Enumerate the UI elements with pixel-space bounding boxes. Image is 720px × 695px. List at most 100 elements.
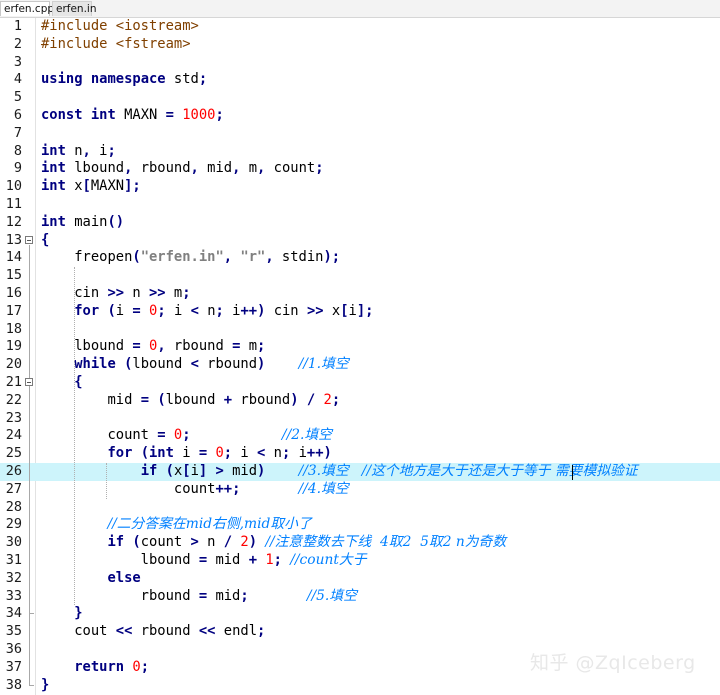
code-line[interactable]: 35 cout << rbound << endl; xyxy=(0,623,720,641)
code-token: , xyxy=(157,338,166,355)
code-line[interactable]: 33 rbound = mid; //5.填空 xyxy=(0,588,720,606)
code-line[interactable]: 8 int n, i; xyxy=(0,143,720,161)
code-token: , xyxy=(265,249,274,266)
code-line[interactable]: 9 int lbound, rbound, mid, m, count; xyxy=(0,160,720,178)
code-line[interactable]: 38} xyxy=(0,677,720,695)
code-token: ; xyxy=(198,71,208,88)
code-line[interactable]: 12 int main() xyxy=(0,214,720,232)
code-token: ; xyxy=(315,160,324,177)
code-line[interactable]: 27 count++; //4.填空 xyxy=(0,481,720,499)
line-number: 28 xyxy=(5,498,22,515)
code-line[interactable]: 13 { xyxy=(0,232,720,250)
line-number: 34 xyxy=(5,605,22,622)
code-line[interactable]: 20 while (lbound < rbound) //1.填空 xyxy=(0,356,720,374)
code-line[interactable]: 26 if (x[i] > mid) //3.填空 //这个地方是大于还是大于等… xyxy=(0,463,720,481)
code-token: int xyxy=(41,178,66,195)
code-token: i xyxy=(115,302,133,319)
tab-erfen-cpp[interactable]: erfen.cpp xyxy=(0,1,54,16)
indent-guide xyxy=(74,267,75,606)
tab-bar: erfen.cpp erfen.in xyxy=(0,0,720,18)
code-token: i xyxy=(190,463,199,479)
code-line[interactable]: 3 xyxy=(0,54,720,72)
code-text: { xyxy=(41,374,82,392)
code-token: ( xyxy=(132,249,141,266)
line-number: 20 xyxy=(5,356,22,373)
code-line[interactable]: 23 xyxy=(0,410,720,428)
line-number: 35 xyxy=(5,623,22,640)
code-line[interactable]: 5 xyxy=(0,89,720,107)
code-token: << xyxy=(198,623,216,640)
code-line[interactable]: 10 int x[MAXN]; xyxy=(0,178,720,196)
code-line[interactable]: 19 lbound = 0, rbound = m; xyxy=(0,338,720,356)
line-number: 5 xyxy=(13,89,22,106)
code-text: mid = (lbound + rbound) / 2; xyxy=(41,392,340,410)
code-token: else xyxy=(107,569,141,586)
line-number: 21 xyxy=(5,374,22,390)
code-token: mid xyxy=(223,463,258,479)
watermark: 知乎 @ZqIceberg xyxy=(530,652,696,674)
code-token: ; xyxy=(215,107,224,123)
code-token: endl xyxy=(215,623,258,640)
code-line[interactable]: 21 { xyxy=(0,374,720,392)
code-token: < xyxy=(190,356,199,373)
code-line[interactable]: 34 } xyxy=(0,605,720,623)
code-token: i xyxy=(290,445,307,462)
code-line[interactable]: 17 for (i = 0; i < n; i++) cin >> x[i]; xyxy=(0,303,720,321)
code-token: = xyxy=(165,107,174,123)
code-line[interactable]: 14 freopen("erfen.in", "r", stdin); xyxy=(0,249,720,267)
code-text: } xyxy=(41,677,49,695)
code-token: ; xyxy=(257,623,266,640)
code-line[interactable]: 18 xyxy=(0,321,720,339)
code-text: //二分答案在mid右侧,mid取小了 xyxy=(41,516,311,534)
code-comment: //5.填空 xyxy=(306,587,357,604)
code-line[interactable]: 4 using namespace std; xyxy=(0,71,720,89)
code-line[interactable]: 7 xyxy=(0,125,720,143)
code-token: count xyxy=(41,427,158,444)
code-token: m xyxy=(240,160,258,177)
code-line[interactable]: 24 count = 0; //2.填空 xyxy=(0,427,720,445)
collapse-icon xyxy=(25,378,33,386)
code-token: i xyxy=(348,302,357,319)
code-token: MAXN xyxy=(115,107,166,123)
code-token: stdin xyxy=(273,249,324,266)
line-number: 15 xyxy=(5,267,22,284)
code-line[interactable]: 22 mid = (lbound + rbound) / 2; xyxy=(0,392,720,410)
code-token: return xyxy=(74,658,125,675)
code-comment: //count大于 xyxy=(290,552,367,568)
code-line[interactable]: 32 else xyxy=(0,570,720,588)
code-token: } xyxy=(74,605,83,622)
code-line[interactable]: 28 xyxy=(0,499,720,517)
code-line[interactable]: 25 for (int i = 0; i < n; i++) xyxy=(0,445,720,463)
code-token: mid xyxy=(207,552,249,568)
code-token: ++ xyxy=(215,480,233,497)
line-number: 31 xyxy=(5,552,22,568)
code-line[interactable]: 1 #include <iostream> xyxy=(0,18,720,36)
code-line[interactable]: 29 //二分答案在mid右侧,mid取小了 xyxy=(0,516,720,534)
code-token: ) xyxy=(323,249,332,266)
code-line[interactable]: 6 const int MAXN = 1000; xyxy=(0,107,720,125)
code-token: ; xyxy=(132,178,141,195)
code-token: int xyxy=(149,445,174,462)
line-number: 36 xyxy=(5,641,22,657)
code-token: + xyxy=(248,552,257,568)
code-line[interactable]: 31 lbound = mid + 1; //count大于 xyxy=(0,552,720,570)
code-line[interactable]: 15 xyxy=(0,267,720,285)
code-token: lbound xyxy=(41,552,199,568)
code-comment: //2.填空 xyxy=(281,427,332,444)
code-line[interactable]: 11 xyxy=(0,196,720,214)
code-text: if (x[i] > mid) //3.填空 //这个地方是大于还是大于等于 需… xyxy=(41,463,638,481)
code-token: > xyxy=(190,534,199,551)
code-line[interactable]: 30 if (count > n / 2) //注意整数去下线 4取2 5取2 … xyxy=(0,534,720,552)
code-line[interactable]: 16 cin >> n >> m; xyxy=(0,285,720,303)
code-token: count xyxy=(265,160,316,177)
code-token: rbound xyxy=(41,587,199,604)
code-token: [ xyxy=(340,302,349,319)
code-text: cin >> n >> m; xyxy=(41,285,190,303)
code-line[interactable]: 2 #include <fstream> xyxy=(0,36,720,54)
code-token: ; xyxy=(223,445,233,462)
text-caret xyxy=(572,464,573,480)
code-token: >> xyxy=(306,302,324,319)
tab-erfen-in[interactable]: erfen.in xyxy=(52,1,97,16)
